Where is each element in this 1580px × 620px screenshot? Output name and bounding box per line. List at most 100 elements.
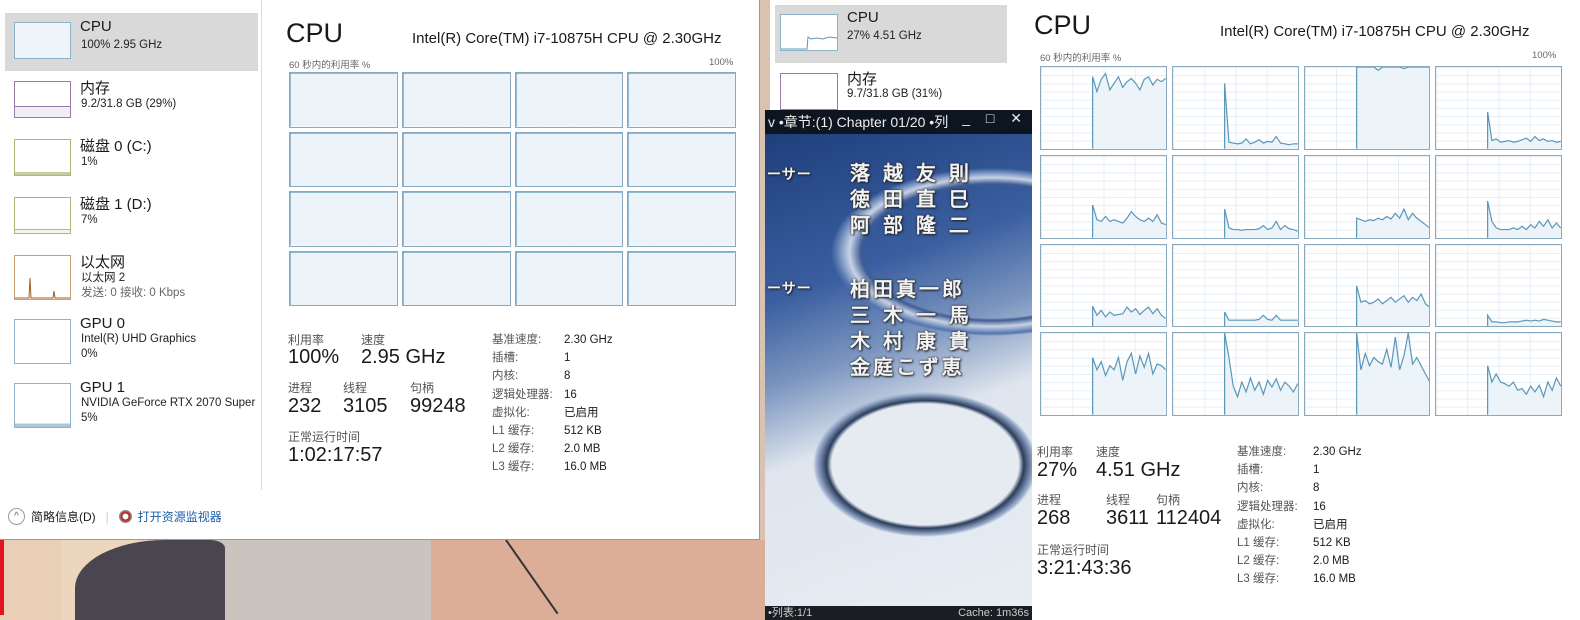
sidebar-item-label: GPU 0 — [80, 315, 126, 332]
core-graph-8 — [1040, 243, 1167, 328]
sidebar-item-gpu1[interactable]: GPU 1 NVIDIA GeForce RTX 2070 Super 5% — [5, 374, 258, 436]
uptime-label: 正常运行时间 — [288, 430, 361, 444]
spec-key: 内核: — [1237, 482, 1264, 495]
core-usage-area — [402, 132, 510, 186]
sidebar-item-label: 内存 — [80, 80, 111, 97]
core-graph-1 — [1171, 66, 1299, 150]
sidebar-item-gpu0[interactable]: GPU 0 Intel(R) UHD Graphics 0% — [5, 310, 258, 372]
spec-key: L2 缓存: — [1237, 555, 1280, 568]
open-resource-monitor-link[interactable]: 打开资源监视器 — [138, 508, 222, 525]
spec-row: 逻辑处理器: 16 — [1237, 498, 1326, 514]
speed-value: 4.51 GHz — [1096, 459, 1181, 481]
core-usage-area — [402, 251, 510, 305]
core-usage-area — [402, 73, 510, 127]
spec-row: 虚拟化: 已启用 — [1237, 516, 1348, 532]
task-manager-window-right: CPU Intel(R) Core(TM) i7-10875H CPU @ 2.… — [1008, 0, 1580, 620]
spec-row: 基准速度: 2.30 GHz — [492, 331, 613, 347]
core-usage-area — [1224, 311, 1298, 327]
spec-value: 8 — [564, 370, 571, 383]
chevron-up-icon[interactable]: ^ — [8, 508, 25, 525]
spec-value: 2.30 GHz — [1313, 446, 1362, 458]
core-graph-12 — [1040, 332, 1167, 416]
uptime-value: 1:02:17:57 — [288, 444, 383, 466]
threads-label: 线程 — [1106, 493, 1131, 507]
spec-key: L1 缓存: — [492, 425, 535, 437]
resource-sidebar: CPU 100% 2.95 GHz 内存 9.2/31.8 GB (29%) 磁… — [0, 0, 262, 490]
spec-row: L2 缓存: 2.0 MB — [492, 440, 600, 456]
spec-key: L1 缓存: — [1237, 537, 1280, 549]
spec-value: 已启用 — [564, 406, 599, 419]
core-usage-area — [1224, 333, 1298, 415]
core-usage-area — [290, 251, 397, 305]
spec-key: L3 缓存: — [492, 461, 535, 474]
sidebar-item-label: GPU 1 — [80, 379, 126, 396]
graph-caption: 60 秒内的利用率 % — [289, 60, 371, 71]
core-graph-2 — [1303, 66, 1431, 150]
spec-key: 插槽: — [492, 352, 519, 365]
uptime-value: 3:21:43:36 — [1037, 557, 1132, 579]
spec-value: 2.30 GHz — [564, 334, 613, 346]
spec-row: 基准速度: 2.30 GHz — [1237, 443, 1362, 459]
sidebar-item-disk0[interactable]: 磁盘 0 (C:) 1% — [5, 130, 258, 188]
util-label: 利用率 — [1037, 445, 1074, 459]
sidebar-item-memory[interactable]: 内存 9.2/31.8 GB (29%) — [5, 72, 258, 130]
core-graph-11 — [1435, 243, 1562, 328]
spec-value: 2.0 MB — [1313, 555, 1350, 568]
spec-key: 插槽: — [1237, 464, 1264, 477]
subtitle-line: 木 村 康 貴 — [850, 329, 972, 353]
core-usage-area — [515, 73, 623, 127]
ethernet-throughput: 发送: 0 接收: 0 Kbps — [81, 287, 186, 299]
spec-value: 512 KB — [1313, 537, 1351, 549]
spec-key: 虚拟化: — [492, 406, 530, 419]
spec-key: 逻辑处理器: — [492, 388, 553, 401]
core-graph-9 — [1171, 243, 1299, 328]
spec-row: 内核: 8 — [492, 367, 570, 383]
sidebar-item-label: 内存 — [847, 71, 878, 88]
sidebar-item-cpu[interactable]: CPU 100% 2.95 GHz — [5, 13, 258, 71]
core-usage-area — [628, 132, 735, 186]
brief-info-button[interactable]: 简略信息(D) — [31, 508, 96, 525]
spec-key: L2 缓存: — [492, 443, 535, 456]
sidebar-item-disk1[interactable]: 磁盘 1 (D:) 7% — [5, 188, 258, 246]
resource-monitor-icon — [118, 510, 132, 523]
task-manager-window-left: CPU 100% 2.95 GHz 内存 9.2/31.8 GB (29%) 磁… — [0, 0, 760, 540]
memory-thumbnail — [780, 73, 838, 110]
page-title: CPU — [1034, 10, 1092, 40]
subtitle-line: 徳 田 直 巳 — [850, 187, 972, 211]
sidebar-item-cpu[interactable]: CPU 27% 4.51 GHz — [775, 5, 1007, 63]
sidebar-item-sub: 1% — [81, 156, 98, 168]
core-graph-5 — [1171, 154, 1299, 239]
core-usage-area — [290, 192, 397, 246]
core-graph-9 — [401, 191, 511, 247]
core-usage-area — [1092, 353, 1166, 415]
cpu-model: Intel(R) Core(TM) i7-10875H CPU @ 2.30GH… — [1220, 23, 1530, 40]
core-usage-area — [515, 132, 623, 186]
threads-value: 3105 — [343, 395, 388, 417]
spec-row: L3 缓存: 16.0 MB — [492, 458, 607, 474]
gpu-usage: 0% — [81, 348, 98, 360]
core-graph-15 — [1435, 332, 1562, 416]
speed-label: 速度 — [1096, 445, 1121, 459]
sidebar-item-ethernet[interactable]: 以太网 以太网 2 发送: 0 接收: 0 Kbps — [5, 246, 258, 308]
core-graph-13 — [401, 250, 511, 306]
core-graph-5 — [401, 131, 511, 187]
core-usage-line — [1224, 83, 1297, 148]
core-graph-grid — [289, 72, 736, 306]
core-graph-4 — [1040, 154, 1167, 239]
video-player-window: ーサー ーサー 落 越 友 則 徳 田 直 巳 阿 部 隆 二 柏田真一郎 三 … — [765, 110, 1032, 620]
processes-value: 232 — [288, 395, 322, 417]
core-usage-area — [290, 132, 397, 186]
spec-key: L3 缓存: — [1237, 573, 1280, 586]
core-usage-area — [402, 192, 510, 246]
core-graph-1 — [401, 72, 511, 128]
handles-label: 句柄 — [1156, 493, 1181, 507]
window-controls[interactable]: _ □ ✕ — [962, 110, 1028, 127]
core-usage-area — [1356, 67, 1430, 149]
processes-label: 进程 — [1037, 493, 1062, 507]
core-graph-14 — [1303, 332, 1431, 416]
core-graph-4 — [289, 131, 398, 187]
core-graph-0 — [289, 72, 398, 128]
playlist-status: •列表:1/1 — [768, 607, 813, 619]
threads-label: 线程 — [343, 381, 368, 395]
subtitle-role-1: ーサー — [767, 167, 812, 183]
